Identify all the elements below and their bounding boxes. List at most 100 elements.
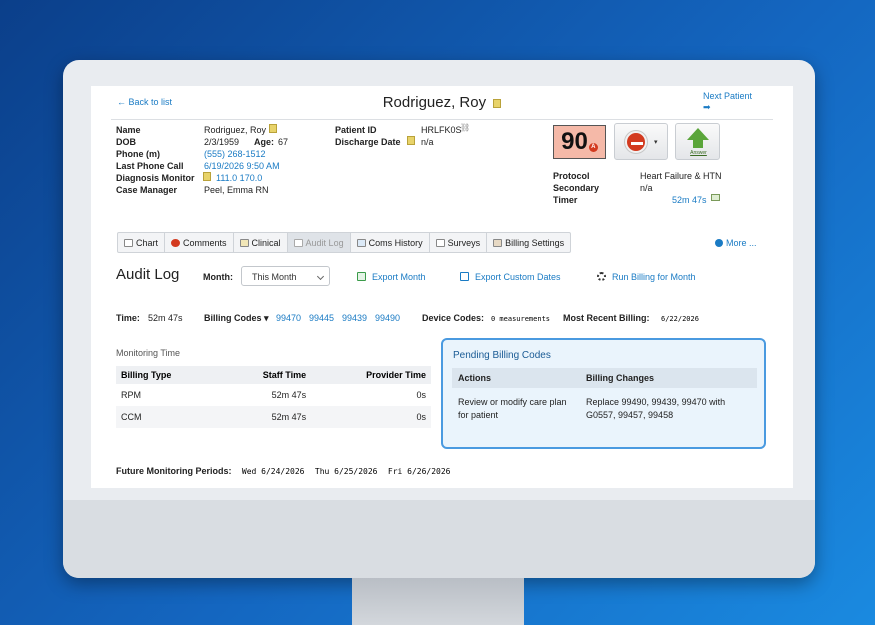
arrow-up-stem — [693, 139, 703, 148]
export-icon — [357, 272, 366, 281]
pending-billing-title: Pending Billing Codes — [453, 350, 551, 361]
billing-code-link[interactable]: 99439 — [342, 313, 367, 323]
future-period-date: Thu 6/25/2026 — [314, 467, 378, 476]
header-divider — [111, 119, 773, 120]
tab-label: Clinical — [251, 237, 281, 248]
risk-score-box[interactable]: 90 A — [553, 125, 606, 159]
clinical-icon — [239, 238, 249, 247]
more-label: More ... — [726, 238, 757, 248]
timer-icon[interactable] — [711, 194, 720, 201]
time-value: 52m 47s — [148, 313, 183, 323]
tab-billing-settings[interactable]: Billing Settings — [487, 233, 570, 252]
last-call-label: Last Phone Call — [116, 161, 184, 171]
table-row: Review or modify care plan for patient R… — [452, 388, 757, 430]
month-select-value: This Month — [252, 272, 297, 282]
pending-change-cell: Replace 99490, 99439, 99470 with G0557, … — [586, 397, 726, 420]
answer-label: Answer — [690, 150, 707, 156]
note-icon[interactable] — [269, 124, 277, 133]
app-screen: ← Back to list Rodriguez, Roy Next Patie… — [91, 86, 793, 488]
diagnosis-label: Diagnosis Monitor — [116, 173, 195, 183]
note-icon — [493, 99, 502, 108]
export-custom-dates-link[interactable]: Export Custom Dates — [460, 272, 561, 282]
run-billing-label: Run Billing for Month — [612, 272, 696, 282]
tab-label: Billing Settings — [505, 237, 565, 248]
next-patient-label: Next Patient — [703, 91, 753, 101]
protocol-value: Heart Failure & HTN — [640, 171, 722, 181]
link-icon[interactable]: ⛓ — [460, 123, 470, 132]
pending-action-cell[interactable]: Review or modify care plan for patient — [452, 388, 580, 430]
next-patient-link[interactable]: Next Patient ➡ — [703, 91, 752, 113]
note-icon[interactable] — [407, 136, 415, 145]
column-header: Staff Time — [219, 366, 312, 384]
tab-coms-history[interactable]: Coms History — [351, 233, 430, 252]
column-header: Billing Changes — [580, 368, 757, 388]
protocol-label: Protocol — [553, 171, 590, 181]
comments-icon — [171, 238, 181, 247]
billing-codes-dropdown[interactable]: Billing Codes ▾ — [204, 313, 269, 324]
alert-badge-icon: A — [588, 142, 598, 152]
arrow-right-icon: ➡ — [703, 102, 711, 112]
phone-link[interactable]: (555) 268-1512 — [204, 149, 266, 159]
month-label: Month: — [203, 272, 233, 282]
table-cell: 52m 47s — [271, 390, 307, 400]
case-manager-label: Case Manager — [116, 185, 178, 195]
tab-surveys[interactable]: Surveys — [430, 233, 488, 252]
month-select[interactable]: This Month — [241, 266, 330, 286]
gear-icon — [597, 272, 606, 281]
age-value: 67 — [278, 137, 289, 147]
plus-circle-icon — [715, 239, 723, 247]
timer-value[interactable]: 52m 47s — [672, 195, 707, 205]
billing-code-link[interactable]: 99490 — [375, 313, 400, 323]
tab-label: Comments — [183, 237, 227, 248]
future-period-date: Fri 6/26/2026 — [387, 467, 451, 476]
table-cell: 0s — [311, 406, 431, 428]
tab-label: Surveys — [447, 237, 481, 248]
recent-billing-label: Most Recent Billing: — [563, 313, 650, 323]
secondary-value: n/a — [640, 183, 653, 193]
case-manager-value: Peel, Emma RN — [204, 185, 269, 195]
secondary-label: Secondary — [553, 183, 600, 193]
timer-label: Timer — [553, 195, 578, 205]
alert-icon — [625, 131, 647, 153]
risk-score-value: 90 — [561, 128, 588, 155]
tab-audit-log[interactable]: Audit Log — [287, 233, 351, 252]
device-codes-label: Device Codes: — [422, 313, 485, 323]
tab-comments[interactable]: Comments — [165, 233, 234, 252]
run-billing-link[interactable]: Run Billing for Month — [597, 272, 696, 282]
calendar-icon — [460, 272, 469, 281]
column-header: Billing Type — [116, 366, 220, 384]
alert-dropdown-button[interactable]: ▾ — [614, 123, 668, 160]
phone-label: Phone (m) — [116, 149, 160, 159]
page-title: Rodriguez, Roy — [91, 94, 793, 111]
patient-id-label: Patient ID — [335, 125, 377, 135]
name-label: Name — [116, 125, 141, 135]
billing-code-link[interactable]: 99470 — [276, 313, 301, 323]
tab-clinical[interactable]: Clinical — [234, 233, 288, 252]
column-header: Actions — [452, 368, 580, 388]
future-periods-label: Future Monitoring Periods: — [116, 466, 232, 476]
table-cell: RPM — [121, 390, 141, 400]
table-row: RPM 52m 47s 0s — [116, 384, 431, 406]
future-period-date: Wed 6/24/2026 — [241, 467, 305, 476]
age-label: Age: — [254, 137, 274, 147]
note-icon[interactable] — [203, 172, 211, 181]
more-menu-link[interactable]: More ... — [715, 238, 757, 248]
column-header: Provider Time — [311, 366, 431, 384]
dob-label: DOB — [116, 137, 136, 147]
monitor-stand — [352, 578, 524, 625]
answer-button[interactable]: Answer — [675, 123, 720, 160]
audit-log-title: Audit Log — [116, 266, 180, 283]
tab-label: Chart — [136, 237, 159, 248]
device-codes-value: 0 measurements — [491, 315, 551, 323]
pending-billing-panel: Pending Billing Codes Actions Billing Ch… — [441, 338, 766, 449]
table-row: CCM 52m 47s 0s — [116, 406, 431, 428]
table-cell: 0s — [416, 390, 426, 400]
pending-billing-table: Actions Billing Changes Review or modify… — [452, 368, 757, 430]
billing-code-link[interactable]: 99445 — [309, 313, 334, 323]
caret-down-icon: ▾ — [654, 139, 658, 146]
export-month-link[interactable]: Export Month — [357, 272, 426, 282]
last-call-link[interactable]: 6/19/2026 9:50 AM — [204, 161, 280, 171]
diagnosis-values[interactable]: 111.0 170.0 — [216, 173, 262, 183]
recent-billing-value: 6/22/2026 — [661, 315, 699, 323]
tab-chart[interactable]: Chart — [118, 233, 166, 252]
